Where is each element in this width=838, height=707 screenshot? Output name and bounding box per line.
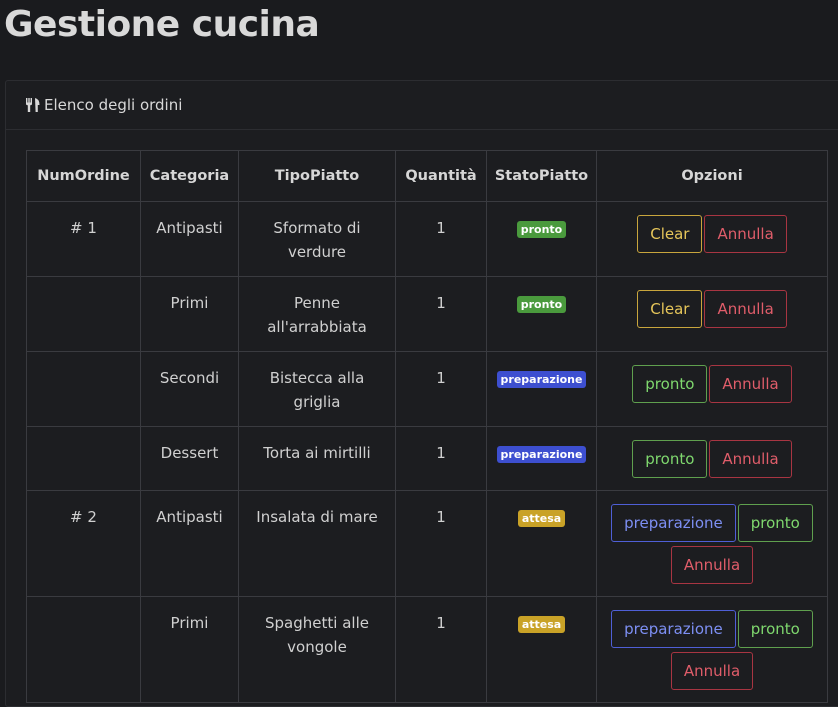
options-cell: preparazione pronto Annulla (596, 596, 828, 703)
column-header-quantita: Quantità (395, 150, 487, 202)
card-header: Elenco degli ordini (6, 81, 838, 130)
orders-card: Elenco degli ordini NumOrdine Categoria … (5, 80, 838, 707)
status-badge: pronto (516, 221, 567, 238)
status-cell: pronto (486, 201, 597, 277)
column-header-tipopiatto: TipoPiatto (238, 150, 396, 202)
orders-table-body: # 1 Antipasti Sformato di verdure 1 pronto Cl… (26, 201, 828, 703)
options-group: Clear Annulla (603, 290, 821, 328)
clear-button[interactable]: Clear (637, 290, 703, 328)
table-row: Primi Penne all'arrabbiata 1 pronto Clear Ann… (26, 276, 828, 352)
status-cell: preparazione (486, 351, 597, 427)
utensils-icon (25, 97, 41, 113)
pronto-button[interactable]: pronto (737, 504, 813, 542)
orders-table: NumOrdine Categoria TipoPiatto Quantità … (26, 150, 828, 703)
table-row: # 2 Antipasti Insalata di mare 1 attesa prepa… (26, 490, 828, 597)
options-group: preparazione pronto Annulla (603, 504, 821, 584)
dish-type-cell: Sformato di verdure (238, 201, 396, 277)
options-group: preparazione pronto Annulla (603, 610, 821, 690)
quantity-cell: 1 (395, 351, 487, 427)
options-group: Clear Annulla (603, 215, 821, 253)
page-title: Gestione cucina (4, 4, 320, 45)
status-cell: attesa (486, 596, 597, 703)
order-number-cell (26, 596, 141, 703)
category-cell: Primi (140, 276, 239, 352)
category-cell: Secondi (140, 351, 239, 427)
dish-type-cell: Torta ai mirtilli (238, 426, 396, 491)
pronto-button[interactable]: pronto (632, 365, 708, 403)
options-cell: Clear Annulla (596, 201, 828, 277)
order-number-cell (26, 276, 141, 352)
category-cell: Antipasti (140, 201, 239, 277)
annulla-button[interactable]: Annulla (704, 215, 787, 253)
status-badge: attesa (517, 510, 566, 527)
order-number-cell (26, 351, 141, 427)
category-cell: Dessert (140, 426, 239, 491)
annulla-button[interactable]: Annulla (709, 365, 792, 403)
column-header-numordine: NumOrdine (26, 150, 141, 202)
quantity-cell: 1 (395, 426, 487, 491)
column-header-opzioni: Opzioni (596, 150, 828, 202)
options-cell: preparazione pronto Annulla (596, 490, 828, 597)
status-badge: preparazione (496, 371, 587, 388)
quantity-cell: 1 (395, 201, 487, 277)
pronto-button[interactable]: pronto (632, 440, 708, 478)
status-cell: preparazione (486, 426, 597, 491)
quantity-cell: 1 (395, 276, 487, 352)
table-row: Dessert Torta ai mirtilli 1 preparazione pro… (26, 426, 828, 491)
options-group: pronto Annulla (603, 365, 821, 403)
annulla-button[interactable]: Annulla (704, 290, 787, 328)
dish-type-cell: Insalata di mare (238, 490, 396, 597)
status-badge: attesa (517, 616, 566, 633)
dish-type-cell: Penne all'arrabbiata (238, 276, 396, 352)
table-header-row: NumOrdine Categoria TipoPiatto Quantità … (26, 150, 828, 202)
preparazione-button[interactable]: preparazione (611, 504, 736, 542)
status-cell: attesa (486, 490, 597, 597)
dish-type-cell: Bistecca alla griglia (238, 351, 396, 427)
order-number-cell (26, 426, 141, 491)
table-row: # 1 Antipasti Sformato di verdure 1 pronto Cl… (26, 201, 828, 277)
status-badge: preparazione (496, 446, 587, 463)
pronto-button[interactable]: pronto (737, 610, 813, 648)
card-header-label: Elenco degli ordini (44, 96, 183, 114)
clear-button[interactable]: Clear (637, 215, 703, 253)
options-cell: pronto Annulla (596, 426, 828, 491)
quantity-cell: 1 (395, 596, 487, 703)
table-row: Secondi Bistecca alla griglia 1 preparazion… (26, 351, 828, 427)
annulla-button[interactable]: Annulla (670, 546, 754, 584)
order-number-cell: # 2 (26, 490, 141, 597)
dish-type-cell: Spaghetti alle vongole (238, 596, 396, 703)
category-cell: Primi (140, 596, 239, 703)
options-group: pronto Annulla (603, 440, 821, 478)
status-badge: pronto (516, 296, 567, 313)
options-cell: pronto Annulla (596, 351, 828, 427)
preparazione-button[interactable]: preparazione (611, 610, 736, 648)
column-header-categoria: Categoria (140, 150, 239, 202)
column-header-statopiatto: StatoPiatto (486, 150, 597, 202)
quantity-cell: 1 (395, 490, 487, 597)
annulla-button[interactable]: Annulla (670, 652, 754, 690)
status-cell: pronto (486, 276, 597, 352)
options-cell: Clear Annulla (596, 276, 828, 352)
annulla-button[interactable]: Annulla (709, 440, 792, 478)
table-row: Primi Spaghetti alle vongole 1 attesa prepar… (26, 596, 828, 703)
order-number-cell: # 1 (26, 201, 141, 277)
category-cell: Antipasti (140, 490, 239, 597)
